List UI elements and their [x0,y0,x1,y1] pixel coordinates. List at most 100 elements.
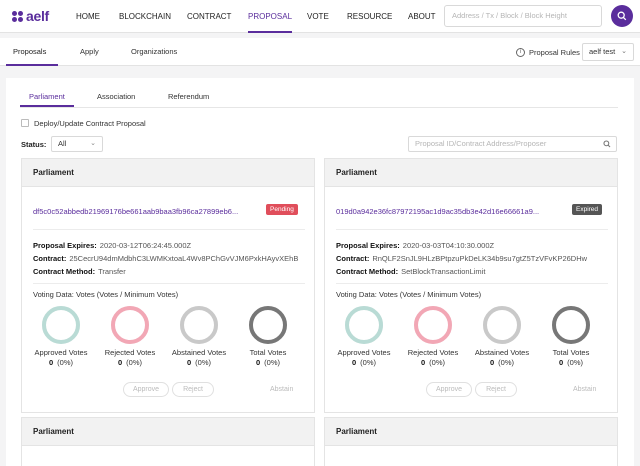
vote-count: 0 (0%) [117,358,142,367]
vote-label: Total Votes [249,348,287,357]
tab-association[interactable]: Association [97,87,135,107]
deploy-contract-filter[interactable]: Deploy/Update Contract Proposal [21,118,146,128]
network-select[interactable]: aelf test ⌄ [582,43,634,61]
global-search-input[interactable]: Address / Tx / Block / Block Height [444,5,602,27]
checkbox[interactable] [21,119,29,127]
tab-proposals[interactable]: Proposals [6,38,58,66]
card-header: Parliament [325,159,617,187]
nav-about[interactable]: ABOUT [408,0,436,33]
contract-method-row: Contract Method: Transfer [33,267,126,276]
search-icon [617,11,627,21]
chevron-down-icon: ⌄ [621,48,627,55]
nav-blockchain[interactable]: BLOCKCHAIN [119,0,171,33]
nav-vote[interactable]: VOTE [307,0,329,33]
vote-count: 0 (0%) [558,358,583,367]
logo-mark-icon [12,10,23,22]
checkbox-label: Deploy/Update Contract Proposal [34,118,146,128]
proposal-expires-row: Proposal Expires: 2020-03-03T04:10:30.000… [336,241,495,250]
abstain-button[interactable]: Abstain [573,382,596,397]
search-icon [603,140,611,148]
vote-count: 0 (0%) [489,358,514,367]
proposal-card: Parliament [324,417,618,466]
nav-proposal[interactable]: PROPOSAL [248,0,293,33]
nav-home[interactable]: HOME [76,0,100,33]
proposal-card: Parliament 019d0a942e36fc87972195ac1d9ac… [324,158,618,413]
vote-stat: Total Votes 0 (0%) [536,305,606,367]
divider [33,283,305,284]
reject-button[interactable]: Reject [172,382,214,397]
vote-label: Approved Votes [34,348,88,357]
logo-text: aelf [26,8,49,24]
vote-ring-icon [249,306,287,344]
network-value: aelf test [589,47,616,56]
vote-ring-icon [552,306,590,344]
proposal-subnav: Proposals Apply Organizations i Proposal… [0,38,640,66]
card-header: Parliament [22,159,314,187]
status-label: Status: [21,140,47,149]
vote-count: 0 (0%) [186,358,211,367]
tab-parliament[interactable]: Parliament [20,87,74,107]
vote-stat: Abstained Votes 0 (0%) [164,305,234,367]
proposal-card: Parliament [21,417,315,466]
vote-stat: Total Votes 0 (0%) [233,305,303,367]
approve-button[interactable]: Approve [123,382,169,397]
proposal-search-placeholder: Proposal ID/Contract Address/Proposer [415,139,547,148]
reject-button[interactable]: Reject [475,382,517,397]
vote-label: Abstained Votes [171,348,227,357]
proposal-search-input[interactable]: Proposal ID/Contract Address/Proposer [408,136,617,152]
vote-stat: Rejected Votes 0 (0%) [95,305,165,367]
chevron-down-icon: ⌄ [90,140,96,147]
vote-ring-icon [180,306,218,344]
vote-label: Rejected Votes [104,348,156,357]
vote-count: 0 (0%) [255,358,280,367]
tab-organizations[interactable]: Organizations [131,38,177,66]
proposal-rules-label: Proposal Rules [529,47,580,57]
divider [33,229,305,230]
vote-ring-icon [42,306,80,344]
divider [336,229,608,230]
status-badge: Pending [266,204,298,215]
info-icon: i [516,47,525,57]
vote-stat: Approved Votes 0 (0%) [26,305,96,367]
divider [336,283,608,284]
card-header: Parliament [325,418,617,446]
voting-data-title: Voting Data: Votes (Votes / Minimum Vote… [33,290,179,299]
status-badge: Expired [572,204,603,215]
vote-label: Rejected Votes [407,348,459,357]
vote-ring-icon [345,306,383,344]
contract-row: Contract: RnQLF2SnJL9HLzBPtpzuPkDeLK34b9s… [336,254,588,263]
proposal-expires-row: Proposal Expires: 2020-03-12T06:24:45.000… [33,241,192,250]
voting-data-title: Voting Data: Votes (Votes / Minimum Vote… [336,290,482,299]
vote-label: Approved Votes [337,348,391,357]
vote-stat: Approved Votes 0 (0%) [329,305,399,367]
tab-divider [20,107,618,108]
aelf-logo[interactable]: aelf [12,7,49,25]
proposal-id-link[interactable]: 019d0a942e36fc87972195ac1d9ac35db3e42d16… [336,207,539,216]
proposals-panel: Parliament Association Referendum Deploy… [6,78,634,466]
proposal-id-link[interactable]: df5c0c52abbedb21969176be661aab9baa3fb96c… [33,207,238,216]
card-header: Parliament [22,418,314,446]
vote-ring-icon [414,306,452,344]
contract-method-row: Contract Method: SetBlockTransactionLimit [336,267,486,276]
nav-contract[interactable]: CONTRACT [187,0,231,33]
nav-resource[interactable]: RESOURCE [347,0,392,33]
vote-ring-icon [483,306,521,344]
vote-stat: Abstained Votes 0 (0%) [467,305,537,367]
abstain-button[interactable]: Abstain [270,382,293,397]
top-navbar: aelf HOME BLOCKCHAIN CONTRACT PROPOSAL V… [0,0,640,33]
vote-label: Total Votes [552,348,590,357]
vote-stat: Rejected Votes 0 (0%) [398,305,468,367]
vote-ring-icon [111,306,149,344]
approve-button[interactable]: Approve [426,382,472,397]
vote-count: 0 (0%) [351,358,376,367]
status-value: All [58,139,67,148]
contract-row: Contract: 25CecrU94dmMdbhC3LWMKxtoaL4Wv8P… [33,254,299,263]
vote-count: 0 (0%) [420,358,445,367]
tab-referendum[interactable]: Referendum [168,87,209,107]
vote-label: Abstained Votes [474,348,530,357]
search-button[interactable] [611,5,633,27]
vote-count: 0 (0%) [48,358,73,367]
status-select[interactable]: All ⌄ [51,136,103,152]
tab-apply[interactable]: Apply [80,38,99,66]
proposal-rules-link[interactable]: i Proposal Rules [516,46,580,58]
